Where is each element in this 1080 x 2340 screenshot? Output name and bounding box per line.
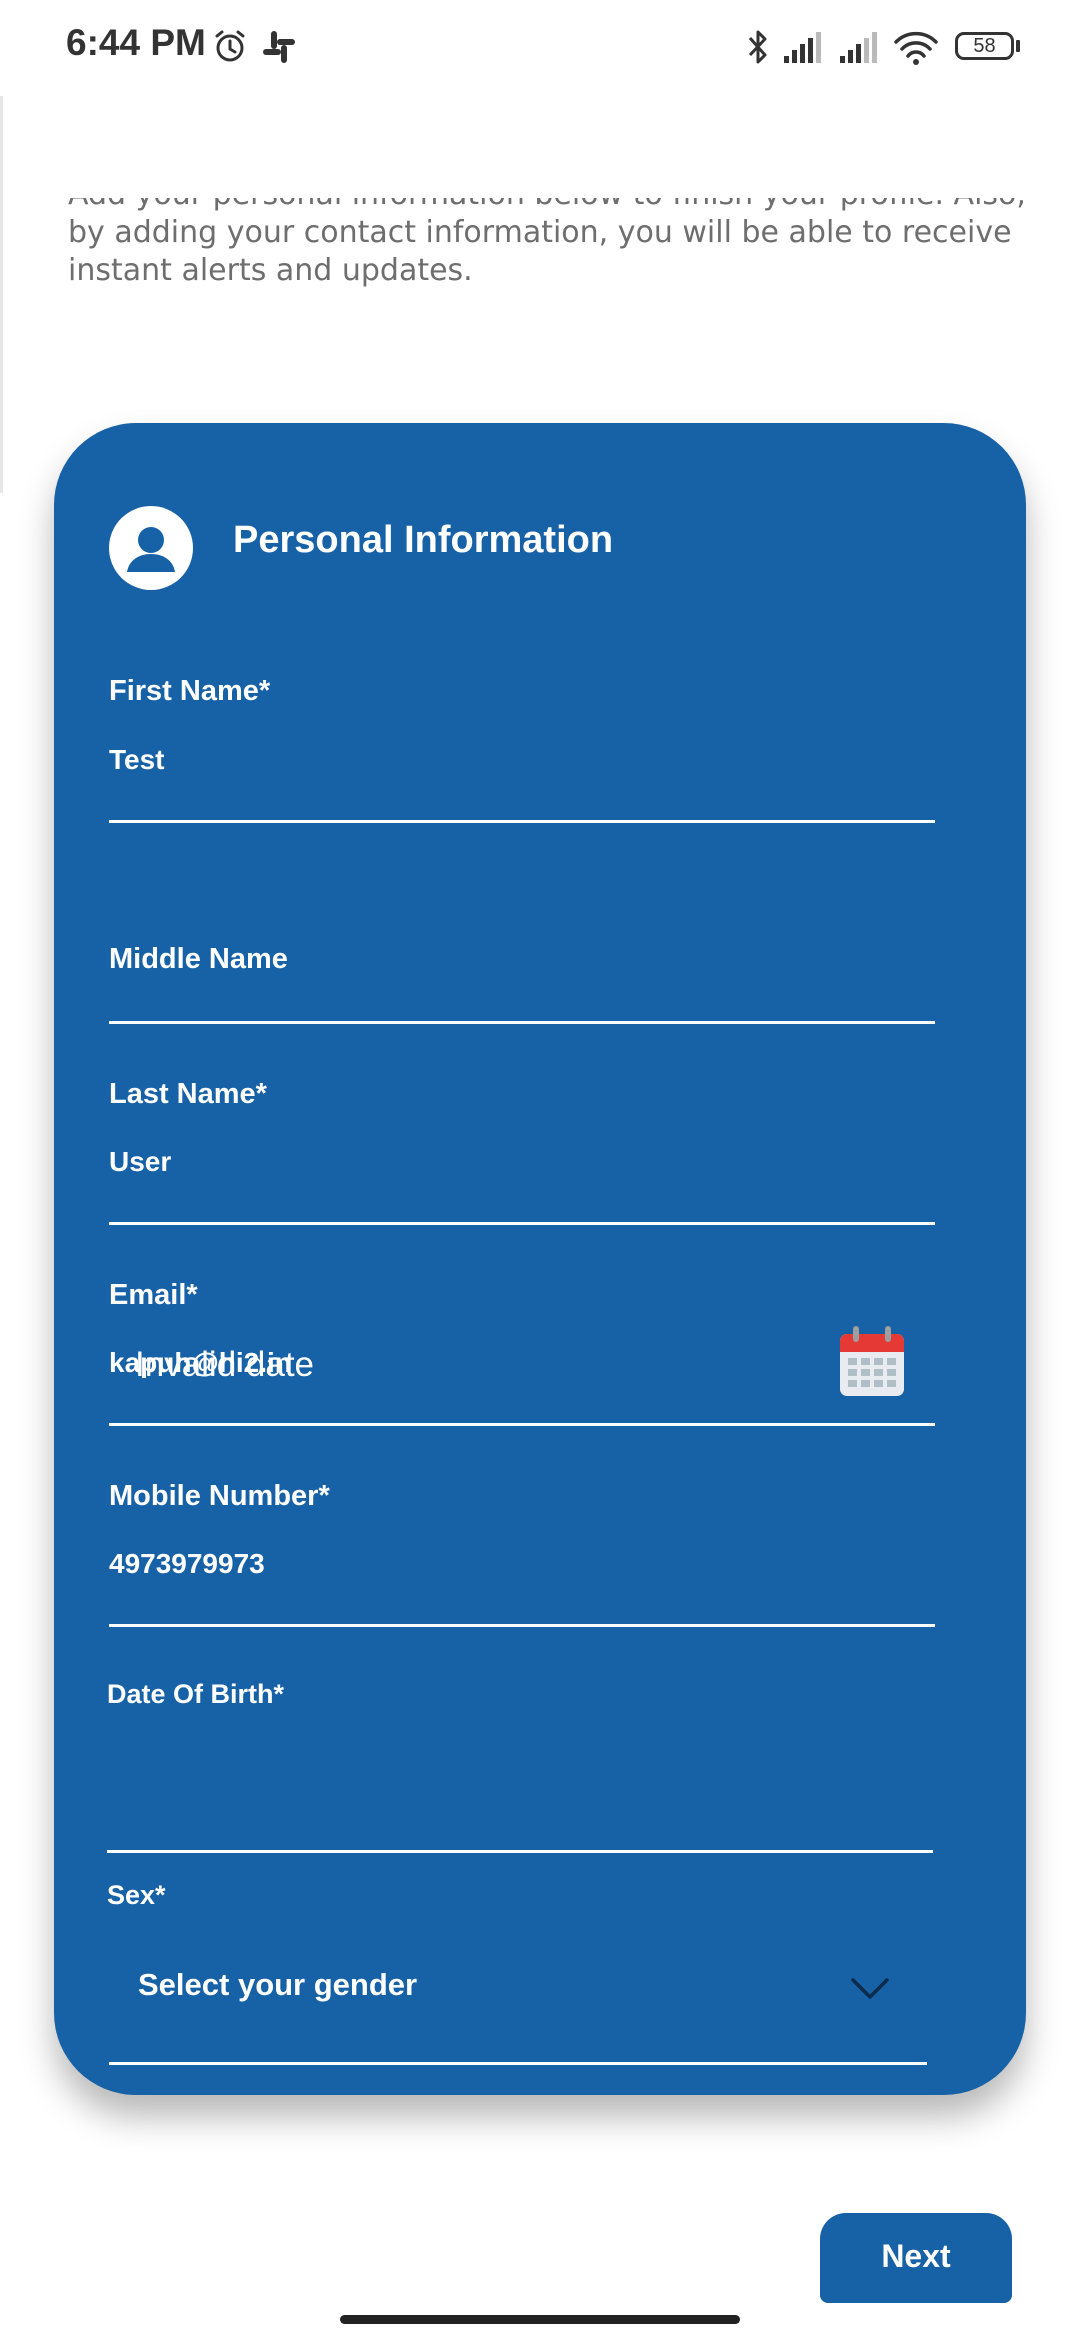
slack-icon	[263, 31, 295, 63]
home-indicator	[340, 2315, 740, 2324]
mobile-label: Mobile Number*	[109, 1480, 330, 1512]
sex-label: Sex*	[107, 1880, 166, 1910]
calendar-icon[interactable]	[837, 1324, 907, 1400]
first-name-underline	[109, 820, 935, 823]
dob-underline	[107, 1850, 933, 1853]
dob-input[interactable]: Invalid date	[135, 1345, 314, 1385]
email-label: Email*	[109, 1279, 198, 1311]
intro-text: Add your personal information below to f…	[68, 198, 1028, 324]
user-icon	[109, 506, 193, 590]
status-bar: 6:44 PM 58	[0, 0, 1080, 96]
mobile-input[interactable]: 4973979973	[109, 1548, 265, 1580]
personal-info-card: Personal Information First Name* Test Mi…	[54, 423, 1026, 2095]
status-time: 6:44 PM	[66, 22, 206, 63]
mobile-underline	[109, 1624, 935, 1627]
bluetooth-icon	[748, 30, 767, 64]
dob-label: Date Of Birth*	[107, 1679, 285, 1709]
battery-icon: 58	[955, 32, 1014, 60]
wifi-icon	[894, 31, 938, 65]
intro-paragraph: Add your personal information below to f…	[68, 198, 1026, 288]
middle-name-label: Middle Name	[109, 943, 288, 975]
signal-icon	[784, 32, 821, 63]
card-title: Personal Information	[233, 519, 614, 561]
chevron-down-icon[interactable]	[850, 1976, 890, 2002]
sex-underline	[109, 2062, 927, 2065]
battery-tip	[1016, 40, 1020, 52]
first-name-input[interactable]: Test	[109, 744, 165, 776]
sex-select[interactable]: Select your gender	[138, 1967, 417, 2003]
last-name-input[interactable]: User	[109, 1146, 171, 1178]
drawer-edge	[0, 78, 3, 493]
next-button[interactable]: Next	[820, 2213, 1012, 2303]
last-name-label: Last Name*	[109, 1078, 267, 1110]
middle-name-underline	[109, 1021, 935, 1024]
alarm-icon	[215, 30, 245, 62]
first-name-label: First Name*	[109, 675, 271, 707]
last-name-underline	[109, 1222, 935, 1225]
email-underline	[109, 1423, 935, 1426]
signal-icon	[840, 32, 877, 63]
